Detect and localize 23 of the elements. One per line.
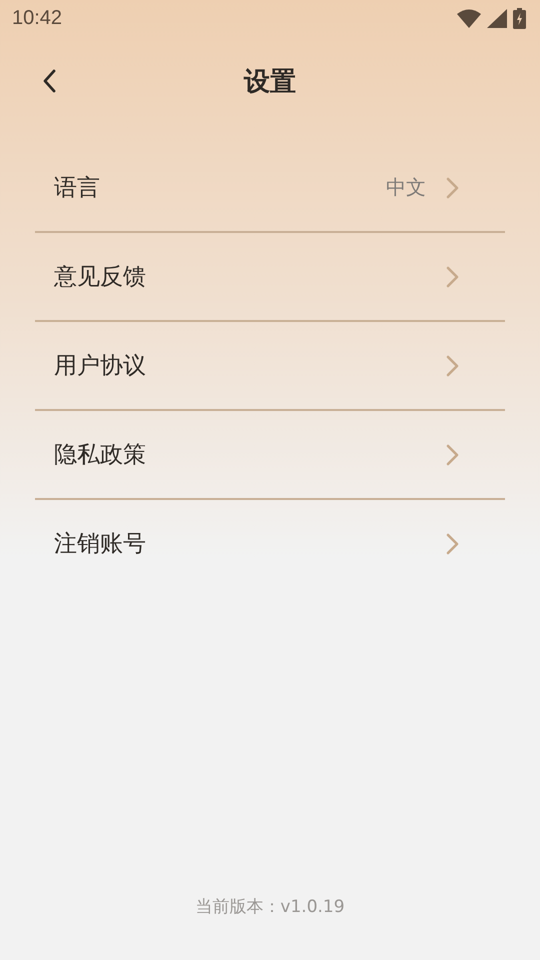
status-time: 10:42 [12,6,62,30]
version-text: 当前版本：v1.0.19 [195,896,345,918]
page-title: 设置 [244,66,296,98]
row-label: 注销账号 [54,530,146,559]
battery-icon [513,8,526,28]
settings-row[interactable]: 用户协议 [35,322,505,411]
settings-row[interactable]: 隐私政策 [35,411,505,500]
row-label: 隐私政策 [54,441,146,470]
chevron-icon [446,266,459,288]
settings-row[interactable]: 注销账号 [35,500,505,587]
settings-row[interactable]: 语言 中文 [35,144,505,233]
row-label: 用户协议 [54,352,146,381]
back-icon [42,69,56,93]
chevron-icon [446,444,459,466]
wifi-icon [457,8,481,28]
chevron-icon [446,354,459,376]
chevron-icon [446,532,459,554]
row-label: 语言 [54,174,100,203]
signal-icon [487,8,507,28]
chevron-icon [446,176,459,198]
row-value: 中文 [386,174,426,201]
settings-row[interactable]: 意见反馈 [35,233,505,322]
row-label: 意见反馈 [54,263,146,292]
